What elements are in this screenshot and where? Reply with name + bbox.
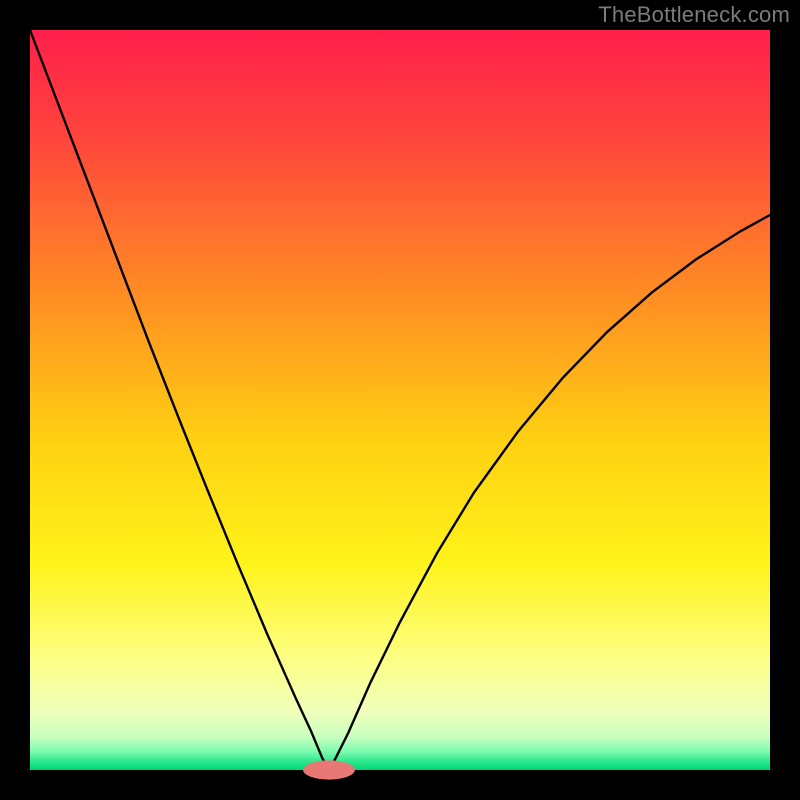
- optimal-marker: [303, 760, 355, 779]
- chart-frame: TheBottleneck.com: [0, 0, 800, 800]
- chart-plot-background: [30, 30, 770, 770]
- bottleneck-chart: [0, 0, 800, 800]
- watermark-text: TheBottleneck.com: [598, 2, 790, 28]
